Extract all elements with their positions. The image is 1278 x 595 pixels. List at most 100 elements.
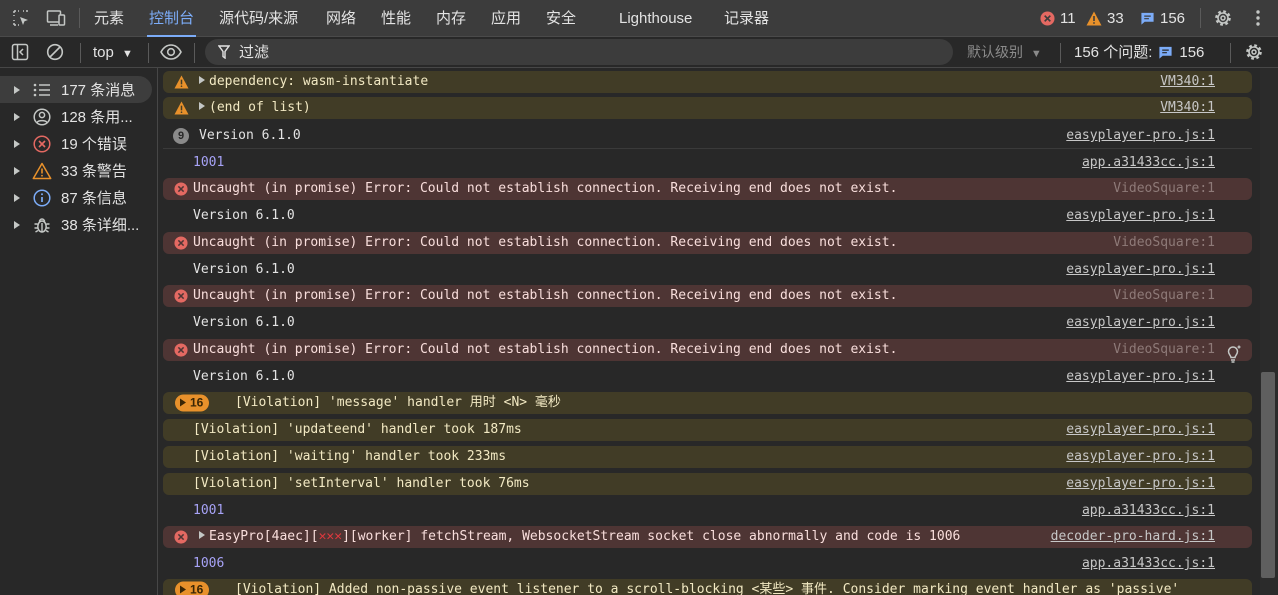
- live-expression-eye-icon[interactable]: [160, 41, 182, 63]
- source-link[interactable]: VideoSquare:1: [1113, 339, 1215, 361]
- message-text-suffix: ][worker] fetchStream, WebsocketStream s…: [342, 529, 961, 544]
- lightbulb-icon[interactable]: [1222, 343, 1244, 365]
- console-log-row[interactable]: 1006 app.a31433cc.js:1: [163, 552, 1252, 576]
- inspect-element-icon[interactable]: [10, 7, 32, 29]
- sidebar-item-info[interactable]: 87 条信息: [0, 184, 152, 211]
- context-selector[interactable]: top ▼: [93, 37, 133, 68]
- console-violation-group[interactable]: 16 [Violation] 'message' handler 用时 <N> …: [163, 392, 1252, 414]
- show-sidebar-icon[interactable]: [9, 41, 31, 63]
- source-link[interactable]: easyplayer-pro.js:1: [1066, 446, 1215, 468]
- console-violation-group[interactable]: 16 [Violation] Added non-passive event l…: [163, 579, 1252, 595]
- console-log-row[interactable]: Version 6.1.0 easyplayer-pro.js:1: [163, 365, 1252, 389]
- tab-recorder[interactable]: 记录器: [724, 0, 769, 37]
- sidebar-item-user-messages[interactable]: 128 条用...: [0, 103, 152, 130]
- console-error-row[interactable]: Uncaught (in promise) Error: Could not e…: [163, 232, 1252, 254]
- tab-security[interactable]: 安全: [546, 0, 576, 37]
- user-icon: [32, 107, 52, 127]
- console-scrollbar-thumb[interactable]: [1261, 372, 1275, 578]
- console-warning-row[interactable]: (end of list) VM340:1: [163, 97, 1252, 119]
- sidebar-item-label: 177 条消息: [61, 82, 136, 99]
- message-text: dependency: wasm-instantiate: [209, 74, 429, 89]
- console-error-row[interactable]: Uncaught (in promise) Error: Could not e…: [163, 178, 1252, 200]
- source-link[interactable]: app.a31433cc.js:1: [1082, 150, 1215, 176]
- more-options-icon[interactable]: [1247, 7, 1269, 29]
- source-link[interactable]: easyplayer-pro.js:1: [1066, 473, 1215, 495]
- message-count-badge[interactable]: 156: [1140, 0, 1185, 37]
- console-settings-gear-icon[interactable]: [1243, 41, 1265, 63]
- issues-counter[interactable]: 156 个问题: 156: [1074, 37, 1204, 68]
- expand-arrow-icon[interactable]: [14, 85, 20, 94]
- console-warning-row[interactable]: dependency: wasm-instantiate VM340:1: [163, 71, 1252, 93]
- sidebar-item-errors[interactable]: 19 个错误: [0, 130, 152, 157]
- console-warning-row[interactable]: [Violation] 'waiting' handler took 233ms…: [163, 446, 1252, 468]
- expand-arrow-icon[interactable]: [199, 102, 205, 110]
- console-log-row[interactable]: Version 6.1.0 easyplayer-pro.js:1: [163, 204, 1252, 228]
- tab-lighthouse[interactable]: Lighthouse: [619, 0, 692, 37]
- repeat-count-badge[interactable]: 16: [175, 581, 210, 595]
- console-error-row[interactable]: Uncaught (in promise) Error: Could not e…: [163, 285, 1252, 307]
- expand-arrow-icon[interactable]: [14, 193, 20, 202]
- warning-count-badge[interactable]: 33: [1086, 0, 1124, 37]
- expand-arrow-icon[interactable]: [199, 76, 205, 84]
- sidebar-item-messages[interactable]: 177 条消息: [0, 76, 152, 103]
- sidebar-item-warnings[interactable]: 33 条警告: [0, 157, 152, 184]
- message-text: Version 6.1.0: [193, 369, 295, 384]
- message-icon: [1141, 12, 1154, 25]
- repeat-count-badge[interactable]: 16: [175, 394, 210, 412]
- tab-network[interactable]: 网络: [326, 0, 356, 37]
- tab-memory[interactable]: 内存: [436, 0, 466, 37]
- source-link[interactable]: VideoSquare:1: [1113, 285, 1215, 307]
- expand-arrow-icon[interactable]: [199, 531, 205, 539]
- device-toolbar-icon[interactable]: [45, 7, 67, 29]
- expand-arrow-icon[interactable]: [14, 112, 20, 121]
- expand-arrow-icon[interactable]: [14, 220, 20, 229]
- message-text: Version 6.1.0: [199, 128, 301, 143]
- message-text: Uncaught (in promise) Error: Could not e…: [193, 342, 898, 357]
- source-link[interactable]: easyplayer-pro.js:1: [1066, 258, 1215, 282]
- sidebar-item-verbose[interactable]: 38 条详细...: [0, 211, 152, 238]
- error-count-badge[interactable]: 11: [1040, 0, 1076, 37]
- source-link[interactable]: app.a31433cc.js:1: [1082, 552, 1215, 576]
- sidebar-item-label: 19 个错误: [61, 136, 127, 153]
- console-log-row[interactable]: Version 6.1.0 easyplayer-pro.js:1: [163, 311, 1252, 335]
- tab-sources[interactable]: 源代码/来源: [219, 0, 298, 37]
- source-link[interactable]: VideoSquare:1: [1113, 178, 1215, 200]
- tab-elements[interactable]: 元素: [94, 0, 124, 37]
- filter-input[interactable]: [205, 39, 953, 65]
- source-link[interactable]: easyplayer-pro.js:1: [1066, 204, 1215, 228]
- expand-arrow-icon[interactable]: [14, 166, 20, 175]
- message-text: [Violation] 'waiting' handler took 233ms: [193, 449, 507, 464]
- source-link[interactable]: decoder-pro-hard.js:1: [1051, 526, 1215, 548]
- tab-performance[interactable]: 性能: [381, 0, 411, 37]
- message-number: 1006: [193, 556, 225, 571]
- console-warning-row[interactable]: [Violation] 'updateend' handler took 187…: [163, 419, 1252, 441]
- console-log-row[interactable]: Version 6.1.0 easyplayer-pro.js:1: [163, 258, 1252, 282]
- console-log-row[interactable]: 1001 app.a31433cc.js:1: [163, 150, 1252, 176]
- source-link[interactable]: easyplayer-pro.js:1: [1066, 419, 1215, 441]
- repeat-count-badge: 9: [173, 127, 189, 144]
- message-text: Uncaught (in promise) Error: Could not e…: [193, 288, 898, 303]
- console-error-row[interactable]: EasyPro[4aec][✕✕✕][worker] fetchStream, …: [163, 526, 1252, 548]
- console-error-row[interactable]: Uncaught (in promise) Error: Could not e…: [163, 339, 1252, 361]
- tab-application[interactable]: 应用: [491, 0, 521, 37]
- sidebar-item-label: 33 条警告: [61, 163, 127, 180]
- console-warning-row[interactable]: [Violation] 'setInterval' handler took 7…: [163, 473, 1252, 495]
- expand-arrow-icon[interactable]: [14, 139, 20, 148]
- sidebar-item-label: 87 条信息: [61, 190, 127, 207]
- expand-arrow-icon: [180, 398, 186, 407]
- tab-console[interactable]: 控制台: [146, 0, 197, 37]
- source-link[interactable]: easyplayer-pro.js:1: [1066, 311, 1215, 335]
- clear-console-icon[interactable]: [44, 41, 66, 63]
- settings-gear-icon[interactable]: [1212, 7, 1234, 29]
- source-link[interactable]: VM340:1: [1160, 71, 1215, 93]
- log-level-selector[interactable]: 默认级别 ▼: [967, 37, 1042, 68]
- error-icon: [173, 181, 189, 197]
- console-log-row[interactable]: 1001 app.a31433cc.js:1: [163, 499, 1252, 523]
- source-link[interactable]: easyplayer-pro.js:1: [1066, 365, 1215, 389]
- source-link[interactable]: app.a31433cc.js:1: [1082, 499, 1215, 523]
- source-link[interactable]: VideoSquare:1: [1113, 232, 1215, 254]
- message-number: 1001: [193, 503, 225, 518]
- console-log-row[interactable]: 9 Version 6.1.0 easyplayer-pro.js:1: [163, 123, 1252, 149]
- source-link[interactable]: easyplayer-pro.js:1: [1066, 123, 1215, 149]
- source-link[interactable]: VM340:1: [1160, 97, 1215, 119]
